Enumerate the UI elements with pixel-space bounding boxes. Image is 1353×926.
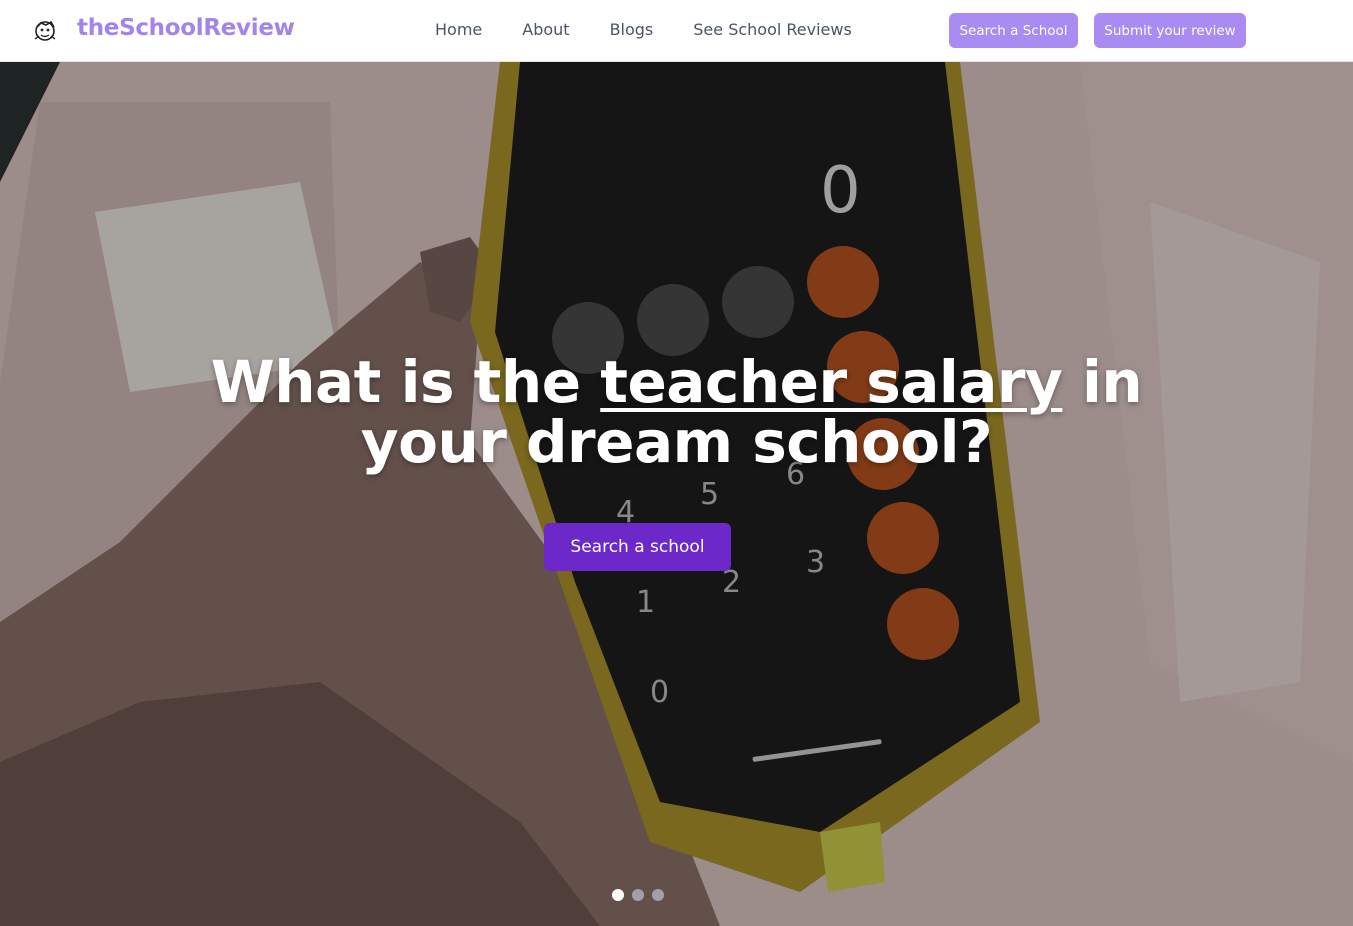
headline-post-text: in (1062, 348, 1143, 416)
nav-see-reviews-link[interactable]: See School Reviews (693, 20, 852, 39)
top-navbar: theSchoolReview Home About Blogs See Sch… (0, 0, 1353, 62)
headline-line-2: your dream school? (360, 408, 993, 476)
hero-headline: What is the teacher salary in your dream… (0, 352, 1353, 472)
headline-highlight-text: teacher salary (600, 348, 1063, 416)
nav-home-link[interactable]: Home (435, 20, 482, 39)
logo-mascot-icon[interactable] (32, 17, 59, 45)
nav-about-link[interactable]: About (522, 20, 569, 39)
nav-blogs-link[interactable]: Blogs (610, 20, 654, 39)
carousel-dot-3[interactable] (652, 889, 664, 901)
carousel-indicators (612, 889, 664, 901)
hero-dark-overlay (0, 62, 1353, 926)
hero-search-school-button[interactable]: Search a school (544, 523, 731, 571)
search-school-button[interactable]: Search a School (949, 13, 1078, 48)
headline-pre-text: What is the (210, 348, 601, 416)
headline-line-1: What is the teacher salary in (0, 352, 1353, 412)
carousel-dot-2[interactable] (632, 889, 644, 901)
hero-carousel: 0 0 1 2 3 4 5 6 What is the teacher sala… (0, 62, 1353, 926)
submit-review-button[interactable]: Submit your review (1094, 13, 1246, 48)
nav-links: Home About Blogs See School Reviews (435, 20, 892, 39)
carousel-dot-1[interactable] (612, 889, 624, 901)
brand-name[interactable]: theSchoolReview (77, 15, 295, 41)
